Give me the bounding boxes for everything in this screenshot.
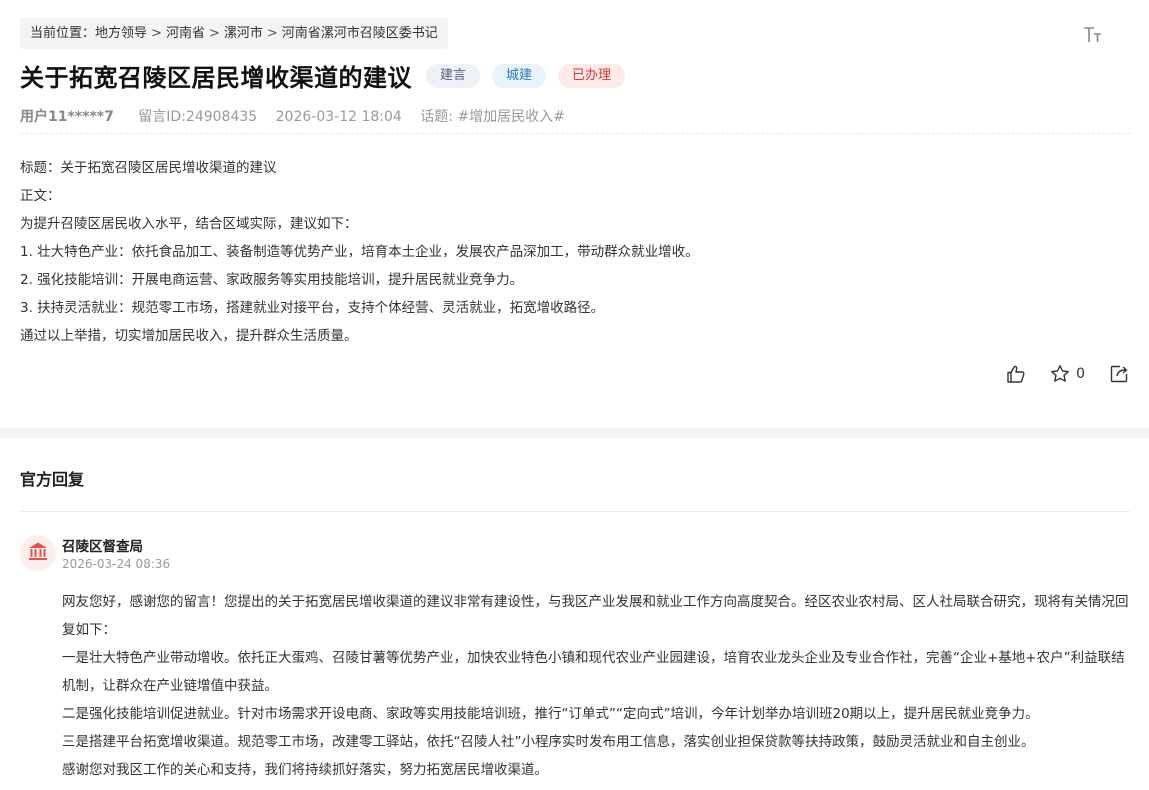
post-content: 标题：关于拓宽召陵区居民增收渠道的建议 正文： 为提升召陵区居民收入水平，结合区… (20, 154, 699, 350)
topic-label: 话题: (420, 109, 453, 125)
breadcrumb-item-region[interactable]: 地方领导 (95, 26, 147, 41)
favorite-button[interactable]: 0 (1050, 364, 1085, 384)
font-size-icon[interactable] (1082, 24, 1104, 46)
favorite-count: 0 (1076, 366, 1085, 382)
reply-paragraph: 网友您好，感谢您的留言！您提出的关于拓宽居民增收渠道的建议非常有建设性，与我区产… (62, 594, 1129, 638)
content-line: 3. 扶持灵活就业：规范零工市场，搭建就业对接平台，支持个体经营、灵活就业，拓宽… (20, 300, 605, 316)
breadcrumb-item-leader[interactable]: 河南省漯河市召陵区委书记 (282, 26, 438, 41)
breadcrumb-item-city[interactable]: 漯河市 (224, 26, 263, 41)
topic-link[interactable]: #增加居民收入# (457, 109, 564, 125)
content-line: 1. 壮大特色产业：依托食品加工、装备制造等优势产业，培育本土企业，发展农产品深… (20, 244, 699, 260)
reply-paragraph: 二是强化技能培训促进就业。针对市场需求开设电商、家政等实用技能培训班，推行“订单… (62, 706, 1039, 722)
content-line: 标题：关于拓宽召陵区居民增收渠道的建议 (20, 160, 277, 176)
post-actions: 0 (982, 364, 1129, 384)
content-line: 正文： (20, 188, 61, 204)
star-icon (1050, 364, 1070, 384)
post-datetime: 2026-03-12 18:04 (275, 109, 402, 125)
thumbs-up-icon (1006, 364, 1026, 384)
reply-paragraph: 一是壮大特色产业带动增收。依托正大蛋鸡、召陵甘薯等优势产业，加快农业特色小镇和现… (62, 650, 1125, 694)
status-badge: 已办理 (558, 63, 626, 88)
title-row: 关于拓宽召陵区居民增收渠道的建议 建言 城建 已办理 (20, 58, 626, 93)
avatar (20, 535, 56, 571)
divider (20, 511, 1130, 512)
reply-datetime: 2026-03-24 08:36 (62, 557, 171, 571)
tag-urban-construction[interactable]: 城建 (492, 63, 547, 88)
page-title: 关于拓宽召陵区居民增收渠道的建议 (20, 64, 412, 92)
divider (20, 133, 1130, 134)
post-meta: 用户11*****7 留言ID:24908435 2026-03-12 18:0… (20, 106, 565, 126)
official-reply-heading: 官方回复 (20, 470, 85, 489)
section-separator (0, 428, 1149, 438)
message-id: 留言ID:24908435 (138, 109, 258, 125)
content-line: 通过以上举措，切实增加居民收入，提升群众生活质量。 (20, 328, 358, 344)
breadcrumb-separator: > (266, 26, 278, 41)
author-name[interactable]: 用户11*****7 (20, 109, 114, 125)
reply-content: 网友您好，感谢您的留言！您提出的关于拓宽居民增收渠道的建议非常有建设性，与我区产… (62, 588, 1132, 784)
government-building-icon (27, 540, 49, 566)
reply-paragraph: 三是搭建平台拓宽增收渠道。规范零工市场，改建零工驿站，依托“召陵人社”小程序实时… (62, 734, 1035, 750)
content-line: 2. 强化技能培训：开展电商运营、家政服务等实用技能培训，提升居民就业竞争力。 (20, 272, 524, 288)
breadcrumb-separator: > (208, 26, 220, 41)
content-line: 为提升召陵区居民收入水平，结合区域实际，建议如下： (20, 216, 358, 232)
breadcrumb-prefix: 当前位置： (30, 26, 96, 41)
share-icon (1109, 364, 1129, 384)
reply-paragraph: 感谢您对我区工作的关心和支持，我们将持续抓好落实，努力拓宽居民增收渠道。 (62, 762, 548, 778)
breadcrumb-separator: > (151, 26, 162, 41)
share-button[interactable] (1109, 364, 1129, 384)
reply-org-name: 召陵区督查局 (62, 539, 143, 555)
breadcrumb: 当前位置：地方领导 > 河南省 > 漯河市 > 河南省漯河市召陵区委书记 (20, 18, 448, 49)
tag-advice[interactable]: 建言 (426, 63, 481, 88)
breadcrumb-item-province[interactable]: 河南省 (166, 26, 205, 41)
like-button[interactable] (1006, 364, 1026, 384)
